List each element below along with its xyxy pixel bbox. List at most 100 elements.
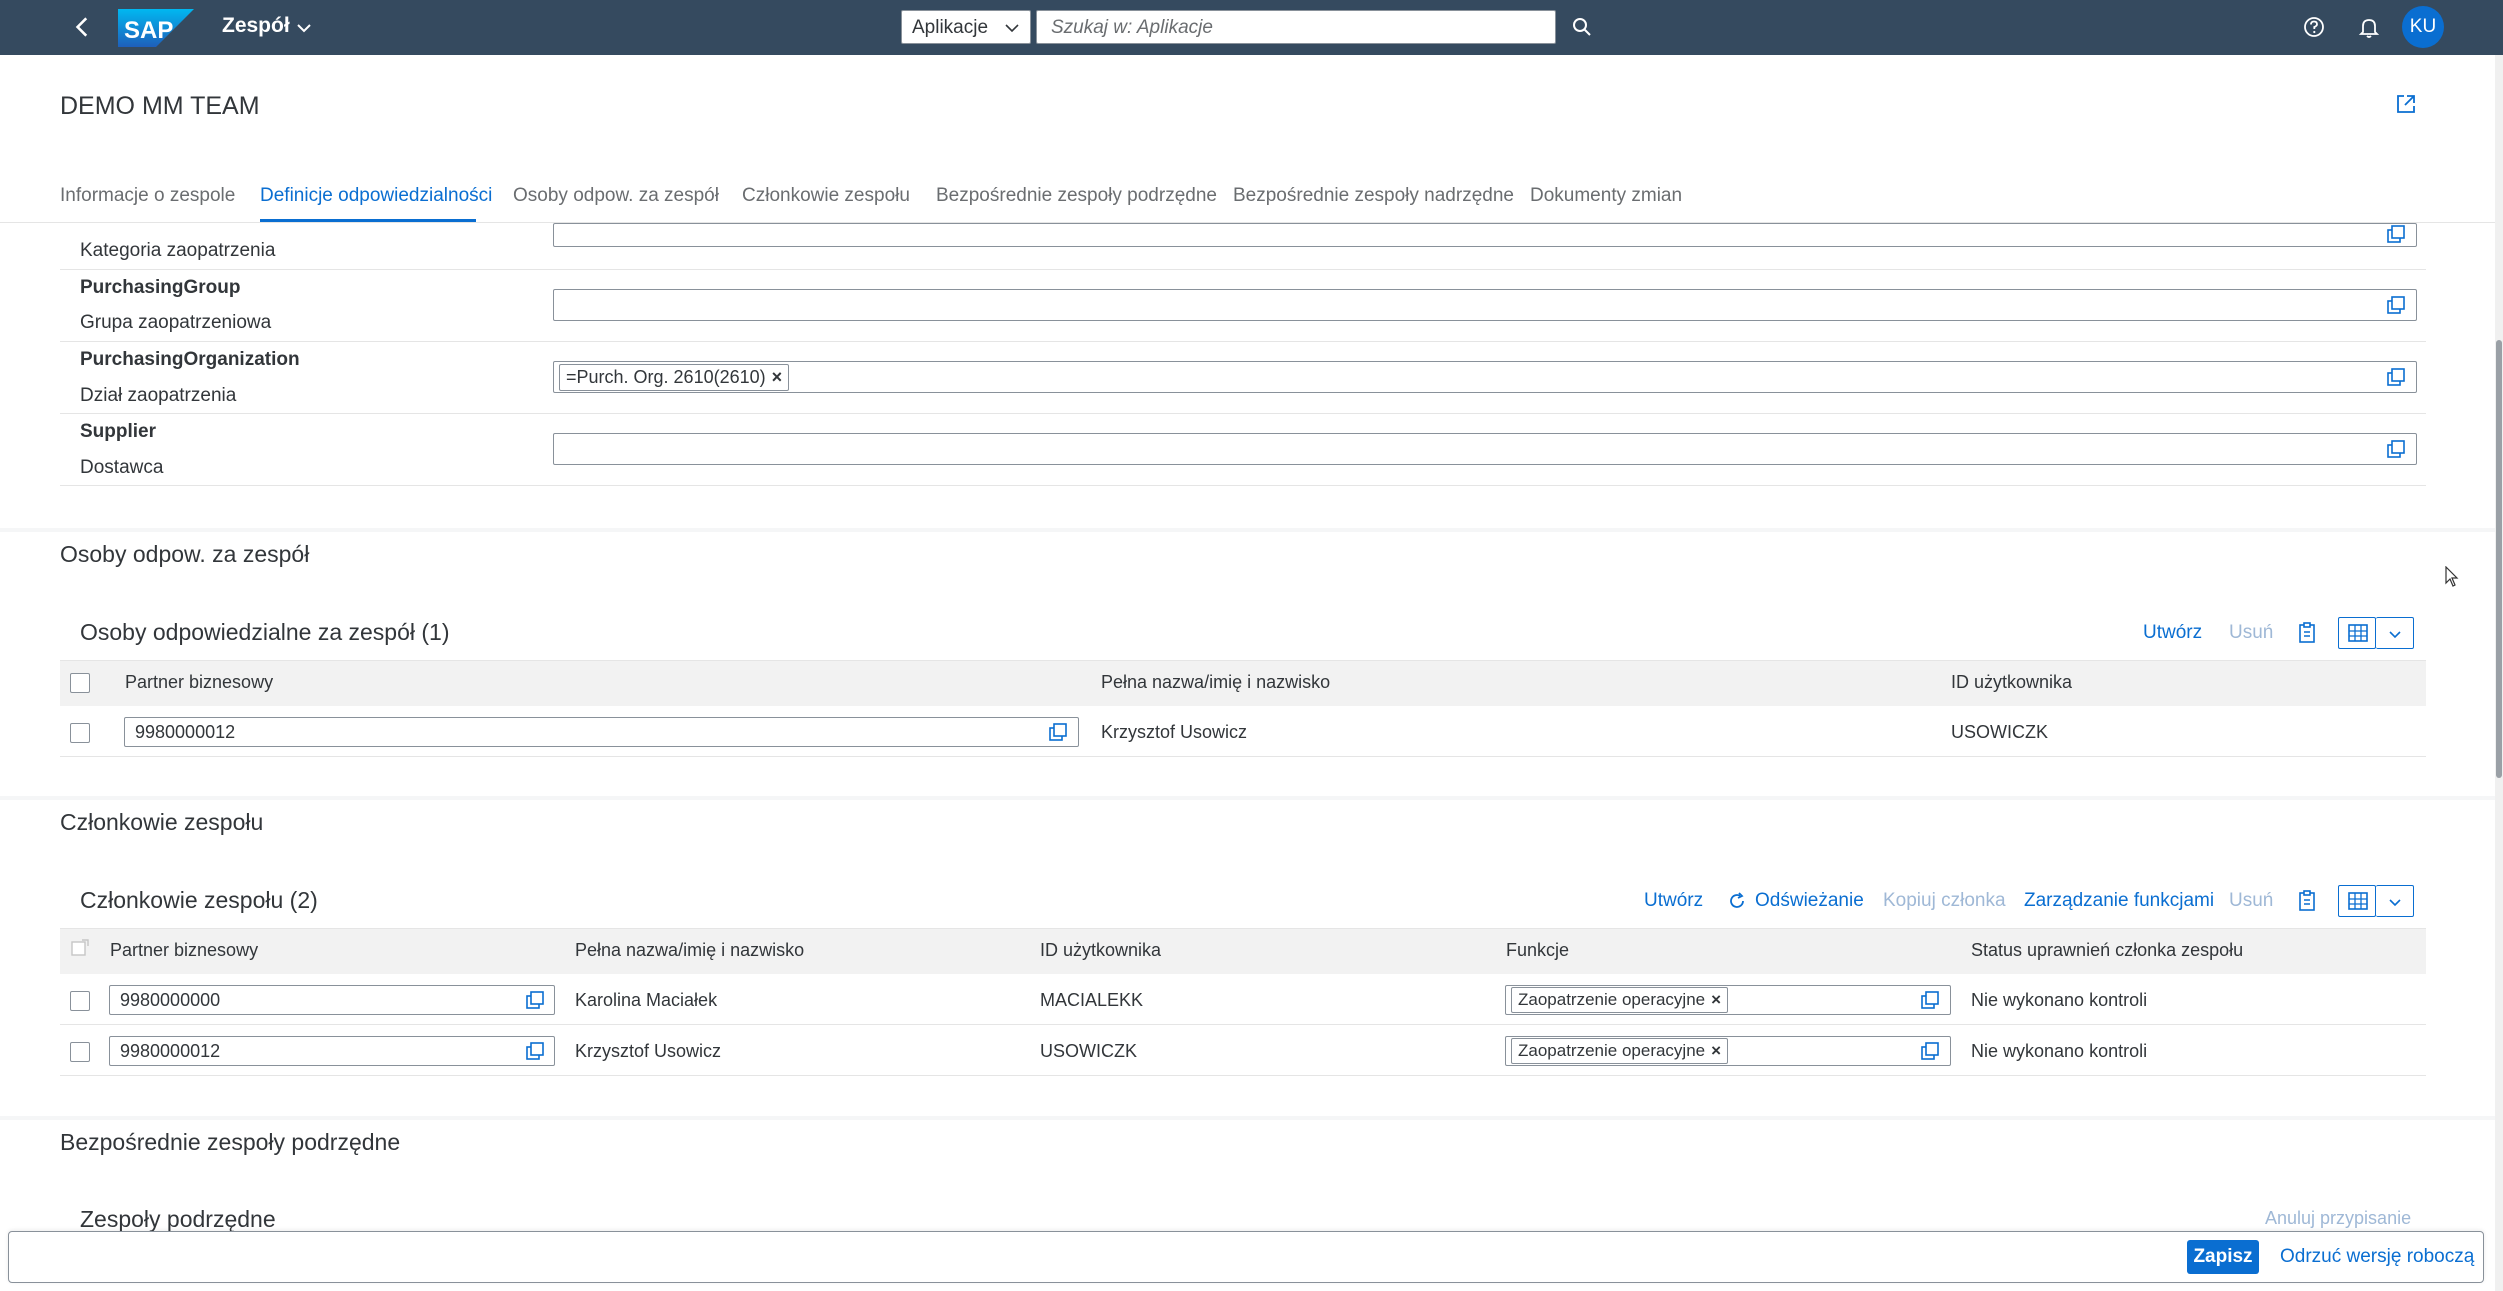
divider: [60, 413, 2426, 414]
column-header[interactable]: Pełna nazwa/imię i nazwisko: [1101, 672, 1330, 693]
value-help-icon[interactable]: [2386, 295, 2406, 315]
refresh-icon[interactable]: [1727, 891, 1747, 911]
partner-input[interactable]: 9980000012: [124, 717, 1079, 747]
user-avatar[interactable]: KU: [2402, 6, 2444, 48]
discard-draft-button[interactable]: Odrzuć wersję roboczą: [2280, 1246, 2474, 1268]
remove-token-icon[interactable]: ×: [772, 367, 783, 387]
copy-member-button[interactable]: Kopiuj członka: [1883, 890, 2006, 912]
column-header[interactable]: ID użytkownika: [1951, 672, 2072, 693]
page-title: DEMO MM TEAM: [60, 92, 260, 120]
purchasing-group-input[interactable]: [553, 289, 2417, 321]
back-icon[interactable]: [70, 14, 96, 40]
column-header[interactable]: Partner biznesowy: [125, 672, 273, 693]
tab-team-members[interactable]: Członkowie zespołu: [742, 185, 910, 207]
row-checkbox[interactable]: [70, 991, 90, 1011]
value-help-icon[interactable]: [1920, 1041, 1940, 1061]
user-id: MACIALEKK: [1040, 990, 1144, 1010]
value-help-icon[interactable]: [1920, 990, 1940, 1010]
column-header[interactable]: Status uprawnień członka zespołu: [1971, 940, 2243, 961]
shell-bar: SAP Zespół Aplikacje Szukaj w: Aplikacje…: [0, 0, 2503, 55]
table-title-members: Członkowie zespołu (2): [80, 887, 318, 913]
partner-value: 9980000012: [135, 722, 236, 742]
create-button[interactable]: Utwórz: [1644, 890, 1703, 912]
tab-subordinate-teams[interactable]: Bezpośrednie zespoły podrzędne: [936, 185, 1217, 207]
clipboard-icon[interactable]: [2296, 621, 2318, 645]
delete-button[interactable]: Usuń: [2229, 890, 2273, 912]
refresh-button[interactable]: Odświeżanie: [1755, 890, 1864, 912]
value-help-icon[interactable]: [2386, 367, 2406, 387]
row-checkbox[interactable]: [70, 1042, 90, 1062]
search-input[interactable]: Szukaj w: Aplikacje: [1036, 10, 1556, 44]
function-token[interactable]: Zaopatrzenie operacyjne ×: [1511, 987, 1729, 1013]
field-desc-purchasing-org: Dział zaopatrzenia: [80, 385, 237, 406]
remove-token-icon[interactable]: ×: [1711, 990, 1721, 1009]
manage-functions-button[interactable]: Zarządzanie funkcjami: [2024, 890, 2214, 912]
tab-responsible-persons[interactable]: Osoby odpow. za zespół: [513, 185, 719, 207]
function-token[interactable]: Zaopatrzenie operacyjne ×: [1511, 1038, 1729, 1064]
tab-team-info[interactable]: Informacje o zespole: [60, 185, 235, 207]
chevron-down-icon: [2389, 631, 2401, 639]
help-icon[interactable]: [2301, 14, 2327, 40]
partner-value: 9980000012: [120, 1041, 221, 1061]
column-header[interactable]: Partner biznesowy: [110, 940, 258, 961]
spreadsheet-icon: [2348, 892, 2368, 910]
tab-responsibility-definitions[interactable]: Definicje odpowiedzialności: [260, 185, 492, 207]
value-help-icon[interactable]: [525, 990, 545, 1010]
authorization-status: Nie wykonano kontroli: [1971, 1041, 2148, 1061]
token-text: Zaopatrzenie operacyjne: [1518, 990, 1706, 1009]
select-all-checkbox[interactable]: [70, 673, 90, 693]
export-menu-button[interactable]: [2376, 617, 2414, 649]
mouse-cursor-icon: [2445, 566, 2459, 587]
tab-change-documents[interactable]: Dokumenty zmian: [1530, 185, 1682, 207]
field-desc-purchasing-group: Grupa zaopatrzeniowa: [80, 312, 272, 333]
export-button[interactable]: [2338, 617, 2376, 649]
search-scope-value: Aplikacje: [912, 17, 989, 38]
user-id: USOWICZK: [1951, 722, 2048, 742]
supplier-input[interactable]: [553, 433, 2417, 465]
search-scope-select[interactable]: Aplikacje: [901, 10, 1031, 44]
value-help-icon[interactable]: [1048, 722, 1068, 742]
partner-input[interactable]: 9980000000: [109, 985, 555, 1015]
sap-logo[interactable]: SAP: [118, 9, 194, 47]
value-help-icon[interactable]: [2386, 224, 2406, 244]
authorization-status: Nie wykonano kontroli: [1971, 990, 2148, 1010]
field-desc-category: Kategoria zaopatrzenia: [80, 240, 276, 261]
svg-text:SAP: SAP: [124, 17, 173, 44]
full-name: Karolina Maciałek: [575, 990, 718, 1010]
shell-title[interactable]: Zespół: [222, 14, 290, 38]
delete-button[interactable]: Usuń: [2229, 622, 2273, 644]
value-help-icon[interactable]: [525, 1041, 545, 1061]
token-text: Zaopatrzenie operacyjne: [1518, 1041, 1706, 1060]
section-title-responsible: Osoby odpow. za zespół: [60, 541, 310, 567]
search-icon[interactable]: [1570, 15, 1594, 39]
column-header[interactable]: ID użytkownika: [1040, 940, 1161, 961]
row-checkbox[interactable]: [70, 723, 90, 743]
table-title-responsible: Osoby odpowiedzialne za zespół (1): [80, 619, 450, 645]
select-all-icon[interactable]: [70, 938, 90, 958]
unassign-button[interactable]: Anuluj przypisanie: [2265, 1208, 2411, 1229]
footer-toolbar: [8, 1231, 2484, 1283]
full-name: Krzysztof Usowicz: [575, 1041, 722, 1061]
divider: [60, 269, 2426, 270]
create-button[interactable]: Utwórz: [2143, 622, 2202, 644]
section-title-members: Członkowie zespołu: [60, 809, 264, 835]
field-tech-supplier: Supplier: [80, 421, 157, 442]
partner-input[interactable]: 9980000012: [109, 1036, 555, 1066]
remove-token-icon[interactable]: ×: [1711, 1041, 1721, 1060]
purchasing-org-input[interactable]: [553, 361, 2417, 393]
export-menu-button[interactable]: [2376, 885, 2414, 917]
clipboard-icon[interactable]: [2296, 889, 2318, 913]
tab-superior-teams[interactable]: Bezpośrednie zespoły nadrzędne: [1233, 185, 1514, 207]
scrollbar-thumb[interactable]: [2496, 340, 2502, 778]
save-button[interactable]: Zapisz: [2187, 1240, 2259, 1274]
value-help-icon[interactable]: [2386, 439, 2406, 459]
column-header[interactable]: Pełna nazwa/imię i nazwisko: [575, 940, 804, 961]
category-input[interactable]: [553, 223, 2417, 247]
chevron-down-icon[interactable]: [296, 20, 312, 36]
export-button[interactable]: [2338, 885, 2376, 917]
chevron-down-icon: [2389, 899, 2401, 907]
notifications-icon[interactable]: [2356, 14, 2382, 40]
purchasing-org-token[interactable]: =Purch. Org. 2610(2610) ×: [559, 364, 790, 391]
column-header[interactable]: Funkcje: [1506, 940, 1569, 961]
share-icon[interactable]: [2393, 91, 2419, 117]
